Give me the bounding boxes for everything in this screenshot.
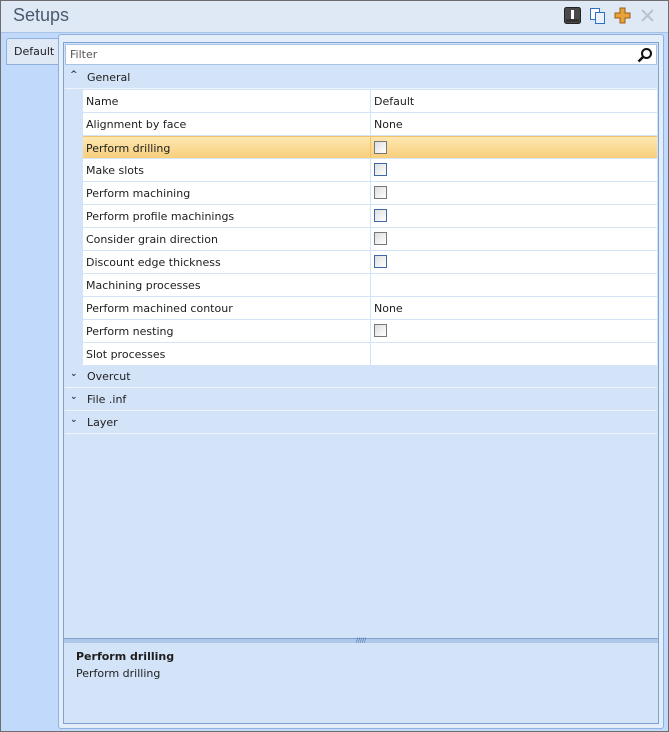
- chevron-down-icon: ⌄: [70, 415, 78, 425]
- property-row[interactable]: Make slots: [83, 159, 657, 182]
- property-name: Discount edge thickness: [83, 251, 371, 273]
- filter-placeholder: Filter: [70, 48, 98, 61]
- property-value[interactable]: Default: [371, 90, 657, 112]
- checkbox[interactable]: [374, 232, 387, 245]
- property-row[interactable]: Perform machined contour None: [83, 297, 657, 320]
- property-value[interactable]: [371, 274, 657, 296]
- checkbox[interactable]: [374, 163, 387, 176]
- description-pane: Perform drilling Perform drilling: [76, 650, 174, 680]
- checkbox[interactable]: [374, 141, 387, 154]
- property-name: Perform machined contour: [83, 297, 371, 319]
- group-label: General: [87, 71, 131, 84]
- copy-icon[interactable]: [589, 7, 606, 24]
- chevron-down-icon: ⌄: [70, 369, 78, 379]
- property-value[interactable]: [371, 205, 657, 227]
- property-row[interactable]: Alignment by face None: [83, 113, 657, 136]
- property-name: Name: [83, 90, 371, 112]
- add-icon[interactable]: [614, 7, 631, 24]
- tab-default[interactable]: Default: [6, 38, 59, 65]
- group-general[interactable]: ^ General: [65, 67, 657, 89]
- property-value[interactable]: None: [371, 113, 657, 135]
- property-value[interactable]: [371, 159, 657, 181]
- property-name: Machining processes: [83, 274, 371, 296]
- property-row[interactable]: Perform drilling: [83, 136, 657, 159]
- property-row[interactable]: Consider grain direction: [83, 228, 657, 251]
- property-value[interactable]: [371, 182, 657, 204]
- setups-window: Setups Default Filter ^ General Name Defa…: [0, 0, 669, 732]
- group-label: File .inf: [87, 393, 127, 406]
- description-title: Perform drilling: [76, 650, 175, 663]
- property-name: Slot processes: [83, 343, 371, 365]
- info-icon[interactable]: [564, 7, 581, 24]
- property-value[interactable]: [371, 137, 657, 158]
- filter-input[interactable]: Filter: [65, 44, 657, 65]
- group-file-inf[interactable]: ⌄ File .inf: [65, 389, 657, 411]
- property-value[interactable]: [371, 320, 657, 342]
- group-layer[interactable]: ⌄ Layer: [65, 412, 657, 434]
- property-row[interactable]: Slot processes: [83, 343, 657, 366]
- chevron-down-icon: ⌄: [70, 392, 78, 402]
- property-name: Perform nesting: [83, 320, 371, 342]
- property-name: Perform machining: [83, 182, 371, 204]
- property-name: Consider grain direction: [83, 228, 371, 250]
- description-splitter[interactable]: /////: [64, 638, 658, 644]
- general-rows: Name Default Alignment by face None Perform …: [83, 90, 657, 366]
- property-row[interactable]: Perform machining: [83, 182, 657, 205]
- property-row[interactable]: Machining processes: [83, 274, 657, 297]
- property-row[interactable]: Perform profile machinings: [83, 205, 657, 228]
- property-name: Perform profile machinings: [83, 205, 371, 227]
- group-label: Overcut: [87, 370, 131, 383]
- checkbox[interactable]: [374, 209, 387, 222]
- property-grid: Filter ^ General Name Default Alignment by…: [63, 42, 659, 724]
- property-value[interactable]: [371, 251, 657, 273]
- property-row[interactable]: Discount edge thickness: [83, 251, 657, 274]
- property-row[interactable]: Perform nesting: [83, 320, 657, 343]
- close-icon[interactable]: [639, 7, 656, 24]
- window-title: Setups: [13, 5, 70, 25]
- group-overcut[interactable]: ⌄ Overcut: [65, 366, 657, 388]
- checkbox[interactable]: [374, 255, 387, 268]
- property-name: Alignment by face: [83, 113, 371, 135]
- property-name: Perform drilling: [83, 137, 371, 158]
- property-value[interactable]: [371, 343, 657, 365]
- description-text: Perform drilling: [76, 667, 161, 680]
- property-value[interactable]: [371, 228, 657, 250]
- property-name: Make slots: [83, 159, 371, 181]
- search-icon[interactable]: [637, 47, 653, 66]
- checkbox[interactable]: [374, 186, 387, 199]
- chevron-up-icon: ^: [70, 70, 78, 80]
- setup-panel: Filter ^ General Name Default Alignment by…: [58, 34, 664, 729]
- property-value[interactable]: None: [371, 297, 657, 319]
- property-row[interactable]: Name Default: [83, 90, 657, 113]
- checkbox[interactable]: [374, 324, 387, 337]
- title-bar: Setups: [1, 1, 668, 33]
- group-label: Layer: [87, 416, 118, 429]
